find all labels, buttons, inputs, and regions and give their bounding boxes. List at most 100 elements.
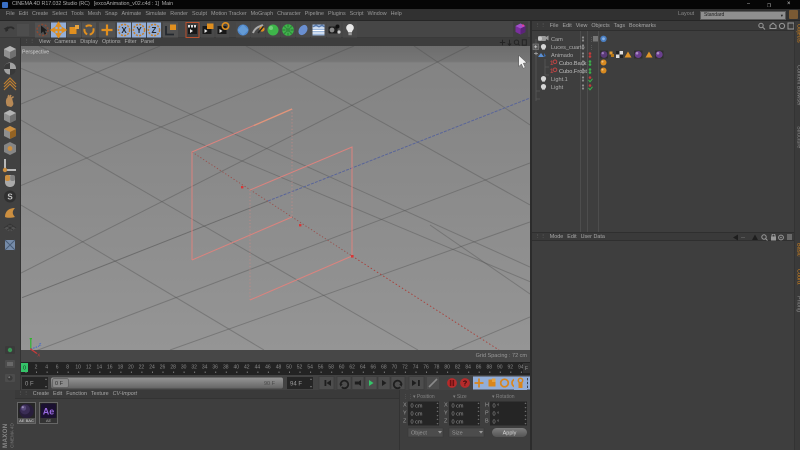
svg-text:▾ Rotation: ▾ Rotation (492, 394, 515, 400)
svg-text:X: X (37, 353, 40, 358)
svg-text:Y: Y (136, 26, 142, 35)
svg-text:Animado: Animado (551, 53, 573, 59)
svg-text:86: 86 (476, 365, 482, 371)
svg-text:72: 72 (402, 365, 408, 371)
svg-text:36: 36 (212, 365, 218, 371)
svg-text:24: 24 (149, 365, 155, 371)
svg-text:0 cm: 0 cm (452, 412, 464, 418)
svg-text:30: 30 (181, 365, 187, 371)
svg-text:40: 40 (234, 365, 240, 371)
svg-text:88: 88 (487, 365, 493, 371)
svg-text:Z: Z (444, 419, 448, 425)
svg-text:Cam: Cam (551, 37, 563, 43)
svg-text:22: 22 (139, 365, 145, 371)
svg-text:84: 84 (465, 365, 471, 371)
svg-text:0 cm: 0 cm (452, 404, 464, 410)
svg-text:4: 4 (45, 365, 48, 371)
svg-text:S: S (7, 193, 13, 202)
svg-text:34: 34 (202, 365, 208, 371)
svg-text:58: 58 (328, 365, 334, 371)
svg-text:0 cm: 0 cm (411, 420, 423, 426)
svg-text:Objects: Objects (796, 24, 800, 43)
svg-text:10: 10 (75, 365, 81, 371)
svg-text:56: 56 (318, 365, 324, 371)
svg-text:Y: Y (403, 411, 407, 417)
svg-text:Light: Light (551, 85, 564, 91)
svg-text:0 F: 0 F (55, 381, 64, 387)
svg-text:94 F: 94 F (290, 382, 302, 388)
svg-text:Coord.: Coord. (796, 269, 800, 286)
svg-text:X: X (403, 403, 407, 409)
svg-text:64: 64 (360, 365, 366, 371)
svg-text:52: 52 (297, 365, 303, 371)
svg-text:Basic: Basic (796, 243, 800, 257)
svg-text:90 F: 90 F (264, 381, 276, 387)
svg-text:48: 48 (276, 365, 282, 371)
svg-text:66: 66 (371, 365, 377, 371)
svg-text:44: 44 (255, 365, 261, 371)
svg-text:Apply: Apply (503, 431, 517, 437)
svg-text:74: 74 (413, 365, 419, 371)
svg-text:H: H (485, 403, 489, 409)
svg-text:18: 18 (118, 365, 124, 371)
svg-text:Ae: Ae (43, 407, 55, 417)
svg-text:0 F: 0 F (25, 382, 34, 388)
svg-text:F: F (525, 366, 528, 372)
svg-text:X: X (444, 403, 448, 409)
svg-text:68: 68 (381, 365, 387, 371)
svg-text:78: 78 (434, 365, 440, 371)
svg-text:54: 54 (307, 365, 313, 371)
svg-text:Perspective: Perspective (22, 50, 49, 56)
svg-text:20: 20 (128, 365, 134, 371)
svg-text:50: 50 (286, 365, 292, 371)
svg-text:32: 32 (191, 365, 197, 371)
svg-text:Size: Size (452, 431, 463, 437)
svg-text:62: 62 (349, 365, 355, 371)
svg-text:Z: Z (39, 342, 42, 347)
svg-text:70: 70 (392, 365, 398, 371)
svg-text:76: 76 (423, 365, 429, 371)
svg-text:Y: Y (444, 411, 448, 417)
svg-text:X: X (121, 26, 127, 35)
svg-text:46: 46 (265, 365, 271, 371)
svg-text:8: 8 (66, 365, 69, 371)
svg-text:92: 92 (508, 365, 514, 371)
svg-text:0 °: 0 ° (493, 412, 500, 418)
svg-text:60: 60 (339, 365, 345, 371)
svg-text:Content Browser: Content Browser (796, 65, 800, 106)
svg-text:12: 12 (86, 365, 92, 371)
svg-text:Structure: Structure (796, 126, 800, 148)
svg-text:Phong: Phong (796, 296, 800, 312)
svg-text:Object: Object (411, 431, 427, 437)
svg-text:B: B (485, 419, 489, 425)
svg-text:14: 14 (97, 365, 103, 371)
svg-text:⋮⋮: ⋮⋮ (403, 394, 413, 400)
svg-text:▾ Size: ▾ Size (453, 394, 467, 400)
svg-text:0 °: 0 ° (493, 404, 500, 410)
svg-text:80: 80 (444, 365, 450, 371)
svg-text:Z: Z (403, 419, 407, 425)
svg-text:MAXON: MAXON (2, 423, 9, 448)
svg-text:16: 16 (107, 365, 113, 371)
svg-text:38: 38 (223, 365, 229, 371)
svg-text:CINEMA 4D: CINEMA 4D (10, 423, 15, 448)
svg-text:Z: Z (152, 26, 157, 35)
svg-text:42: 42 (244, 365, 250, 371)
svg-text:Luces_cuarto: Luces_cuarto (551, 45, 585, 51)
svg-text:P: P (485, 411, 489, 417)
svg-text:26: 26 (160, 365, 166, 371)
svg-text:6: 6 (56, 365, 59, 371)
svg-text:0 °: 0 ° (493, 420, 500, 426)
svg-text:0: 0 (23, 366, 26, 372)
svg-text:▾ Position: ▾ Position (413, 394, 435, 400)
svg-text:0 cm: 0 cm (411, 404, 423, 410)
svg-text:90: 90 (497, 365, 503, 371)
svg-text:82: 82 (455, 365, 461, 371)
svg-text:0 cm: 0 cm (411, 412, 423, 418)
svg-text:⋮: ⋮ (589, 45, 594, 51)
svg-text:?: ? (463, 381, 467, 388)
svg-text:Light.1: Light.1 (551, 77, 568, 83)
svg-text:0 cm: 0 cm (452, 420, 464, 426)
svg-text:2: 2 (35, 365, 38, 371)
svg-text:28: 28 (170, 365, 176, 371)
